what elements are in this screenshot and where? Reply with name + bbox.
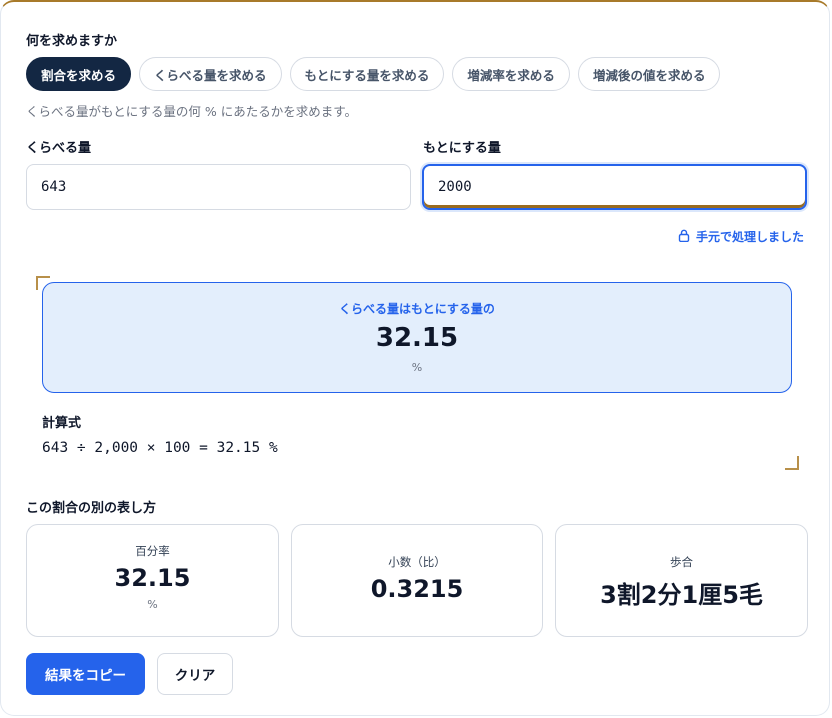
result-unit: %	[411, 361, 423, 374]
result-panel: くらべる量はもとにする量の 32.15 %	[42, 282, 792, 393]
mode-base-amount[interactable]: もとにする量を求める	[289, 57, 445, 91]
alt-label: 小数（比）	[388, 555, 446, 569]
result-caption: くらべる量はもとにする量の	[339, 302, 495, 316]
alt-label: 歩合	[670, 555, 693, 569]
base-input[interactable]: 2000	[422, 164, 807, 210]
formula-label: 計算式	[42, 416, 82, 431]
alt-card-buai: 歩合 3割2分1厘5毛	[555, 524, 808, 637]
result-value: 32.15	[375, 323, 459, 353]
mode-change-rate[interactable]: 増減率を求める	[452, 57, 570, 91]
alt-label: 百分率	[135, 544, 170, 558]
alternatives-title: この割合の別の表し方	[26, 501, 157, 516]
compare-input[interactable]: 643	[26, 164, 411, 210]
compare-label: くらべる量	[26, 141, 92, 156]
alt-value: 32.15	[114, 564, 191, 592]
mode-ratio[interactable]: 割合を求める	[26, 57, 132, 91]
alt-unit: %	[147, 598, 158, 611]
alt-card-percent: 百分率 32.15 %	[26, 524, 279, 637]
mode-compare-amount[interactable]: くらべる量を求める	[139, 57, 282, 91]
alt-value: 3割2分1厘5毛	[600, 581, 763, 609]
lock-icon	[678, 229, 690, 245]
local-note-text: 手元で処理しました	[695, 230, 804, 244]
mode-selector: 割合を求める くらべる量を求める もとにする量を求める 増減率を求める 増減後の…	[26, 57, 721, 91]
question-title: 何を求めますか	[26, 34, 118, 49]
corner-bottom-right	[785, 456, 799, 470]
mode-hint: くらべる量がもとにする量の何 % にあたるかを求めます。	[26, 104, 357, 119]
base-label: もとにする量	[423, 141, 501, 156]
local-processing-note: 手元で処理しました	[678, 228, 804, 245]
calculator-card: 何を求めますか 割合を求める くらべる量を求める もとにする量を求める 増減率を…	[0, 0, 830, 716]
clear-button[interactable]: クリア	[157, 653, 233, 695]
copy-result-button[interactable]: 結果をコピー	[26, 653, 145, 695]
alt-value: 0.3215	[370, 575, 464, 603]
mode-changed-value[interactable]: 増減後の値を求める	[577, 57, 721, 91]
formula-text: 643 ÷ 2,000 × 100 = 32.15 %	[42, 440, 278, 456]
alt-card-decimal: 小数（比） 0.3215	[291, 524, 543, 637]
